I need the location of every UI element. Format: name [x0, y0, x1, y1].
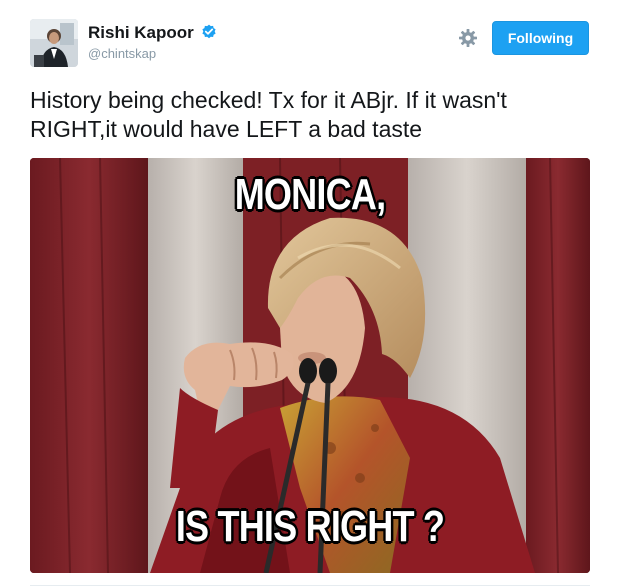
tweet-text: History being checked! Tx for it ABjr. I…	[30, 87, 507, 142]
tweet-media-image[interactable]: MONICA, IS THIS RIGHT ?	[30, 158, 590, 573]
meme-caption-bottom: IS THIS RIGHT ?	[175, 501, 446, 552]
gear-icon[interactable]	[458, 28, 478, 48]
user-info: Rishi Kapoor @chintskap	[88, 23, 217, 61]
user-handle[interactable]: @chintskap	[88, 46, 217, 61]
avatar[interactable]	[30, 19, 78, 67]
following-button[interactable]: Following	[492, 21, 589, 55]
meme-caption-top: MONICA,	[234, 169, 387, 220]
tweet-card: Rishi Kapoor @chintskap Following Histor…	[0, 0, 618, 588]
display-name[interactable]: Rishi Kapoor	[88, 23, 194, 43]
avatar-image	[30, 19, 78, 67]
divider	[30, 585, 590, 586]
verified-badge-icon	[202, 24, 216, 39]
